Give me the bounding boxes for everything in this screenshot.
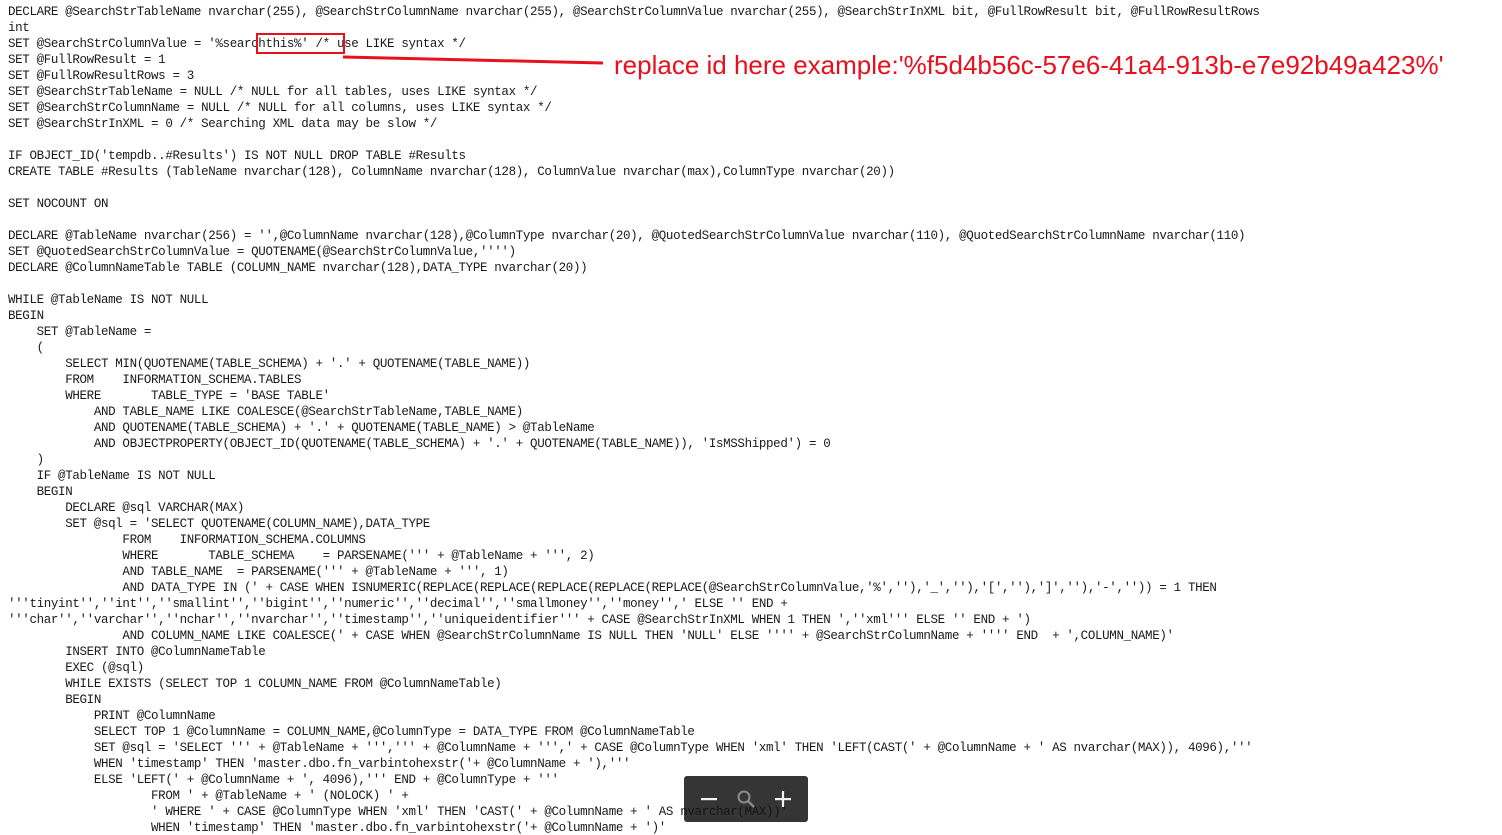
- code-line: BEGIN: [8, 309, 44, 323]
- minus-icon: [700, 798, 717, 801]
- code-line: SET @SearchStrInXML = 0 /* Searching XML…: [8, 117, 438, 131]
- code-line: AND COLUMN_NAME LIKE COALESCE(' + CASE W…: [8, 629, 1174, 643]
- zoom-in-button[interactable]: [768, 784, 798, 814]
- zoom-toolbar: [684, 776, 808, 822]
- plus-icon: [775, 791, 792, 807]
- code-line: (: [8, 341, 45, 355]
- code-line: WHERE TABLE_SCHEMA = PARSENAME(''' + @Ta…: [8, 549, 595, 563]
- code-line: WHEN 'timestamp' THEN 'master.dbo.fn_var…: [8, 757, 631, 771]
- code-line: FROM INFORMATION_SCHEMA.TABLES: [8, 373, 302, 387]
- code-line: SET @SearchStrTableName = NULL /* NULL f…: [8, 85, 538, 99]
- code-line: AND DATA_TYPE IN (' + CASE WHEN ISNUMERI…: [8, 581, 1217, 595]
- code-line: BEGIN: [8, 485, 73, 499]
- code-line: SET @QuotedSearchStrColumnValue = QUOTEN…: [8, 245, 516, 259]
- code-line: WHILE @TableName IS NOT NULL: [8, 293, 209, 307]
- code-line: AND OBJECTPROPERTY(OBJECT_ID(QUOTENAME(T…: [8, 437, 831, 451]
- code-line: SET NOCOUNT ON: [8, 197, 109, 211]
- code-line: AND TABLE_NAME LIKE COALESCE(@SearchStrT…: [8, 405, 523, 419]
- code-line: '''char'',''varchar'',''nchar'',''nvarch…: [8, 613, 1031, 627]
- code-line: int: [8, 21, 30, 35]
- code-line: WHERE TABLE_TYPE = 'BASE TABLE': [8, 389, 330, 403]
- code-line: DECLARE @ColumnNameTable TABLE (COLUMN_N…: [8, 261, 588, 275]
- code-line: FROM INFORMATION_SCHEMA.COLUMNS: [8, 533, 366, 547]
- code-line: BEGIN: [8, 693, 101, 707]
- zoom-out-button[interactable]: [694, 784, 724, 814]
- code-line: SET @sql = 'SELECT QUOTENAME(COLUMN_NAME…: [8, 517, 430, 531]
- code-line: SELECT TOP 1 @ColumnName = COLUMN_NAME,@…: [8, 725, 695, 739]
- zoom-reset-button[interactable]: [731, 784, 761, 814]
- code-line: AND QUOTENAME(TABLE_SCHEMA) + '.' + QUOT…: [8, 421, 595, 435]
- code-line: SET @TableName =: [8, 325, 152, 339]
- code-line: AND TABLE_NAME = PARSENAME(''' + @TableN…: [8, 565, 509, 579]
- code-line: WHILE EXISTS (SELECT TOP 1 COLUMN_NAME F…: [8, 677, 502, 691]
- magnifier-icon: [737, 790, 755, 808]
- annotation-text: replace id here example:'%f5d4b56c-57e6-…: [614, 50, 1444, 80]
- annotation-underline: [343, 55, 603, 65]
- code-line: IF OBJECT_ID('tempdb..#Results') IS NOT …: [8, 149, 466, 163]
- code-line: WHEN 'timestamp' THEN 'master.dbo.fn_var…: [8, 821, 666, 835]
- code-line: ): [8, 453, 45, 467]
- code-line: CREATE TABLE #Results (TableName nvarcha…: [8, 165, 895, 179]
- code-line: DECLARE @TableName nvarchar(256) = '',@C…: [8, 229, 1246, 243]
- code-line: '''tinyint'',''int'',''smallint'',''bigi…: [8, 597, 788, 611]
- code-line: IF @TableName IS NOT NULL: [8, 469, 216, 483]
- code-line: DECLARE @sql VARCHAR(MAX): [8, 501, 244, 515]
- code-line: SET @sql = 'SELECT ''' + @TableName + ''…: [8, 741, 1253, 755]
- code-line: PRINT @ColumnName: [8, 709, 216, 723]
- code-line: DECLARE @SearchStrTableName nvarchar(255…: [8, 5, 1260, 19]
- code-line: EXEC (@sql): [8, 661, 144, 675]
- code-line: INSERT INTO @ColumnNameTable: [8, 645, 266, 659]
- code-view: DECLARE @SearchStrTableName nvarchar(255…: [8, 4, 1502, 835]
- code-line: SELECT MIN(QUOTENAME(TABLE_SCHEMA) + '.'…: [8, 357, 531, 371]
- highlight-box: [256, 33, 345, 54]
- code-line: SET @SearchStrColumnName = NULL /* NULL …: [8, 101, 552, 115]
